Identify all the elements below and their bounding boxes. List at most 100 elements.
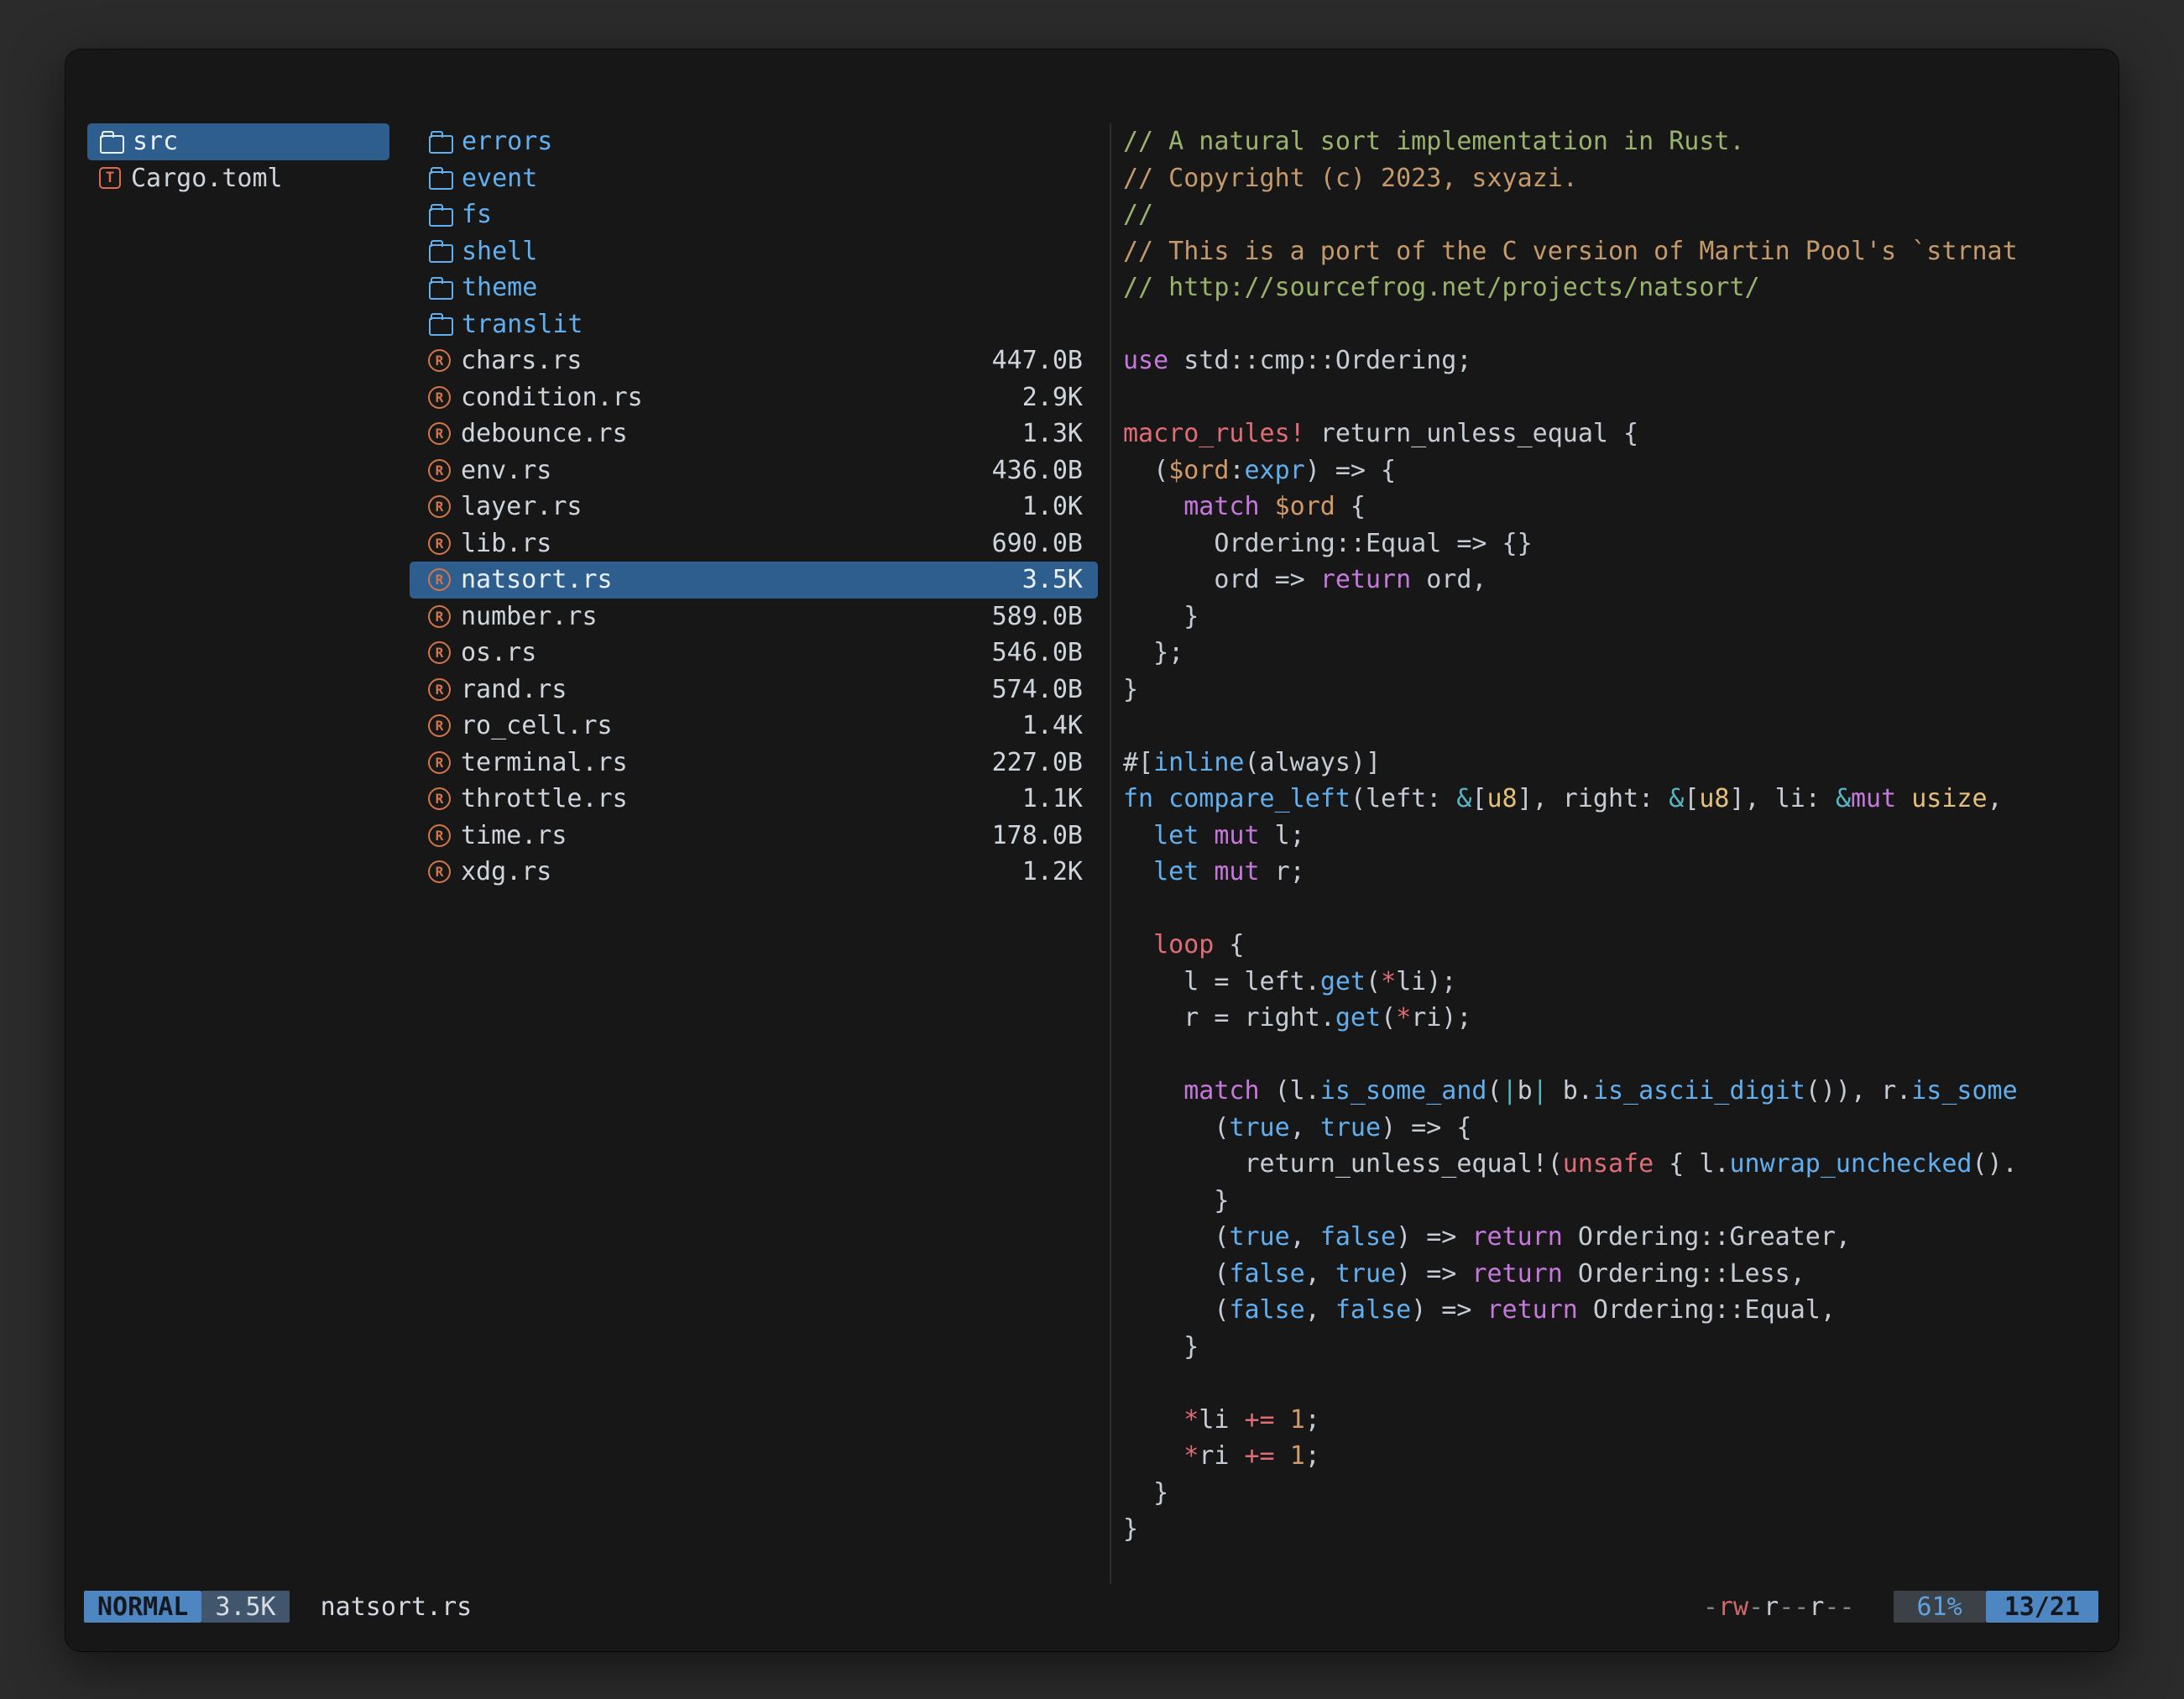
entry-size: 447.0B [992,346,1083,375]
dir-row[interactable]: theme [410,269,1098,306]
status-bar: NORMAL 3.5K natsort.rs -rw-r--r-- 61% 13… [84,1591,2098,1623]
code-line: (true, true) => { [1123,1110,2119,1147]
code-line: r = right.get(*ri); [1123,1000,2119,1037]
file-row[interactable]: lib.rs 690.0B [410,525,1098,562]
rust-file-icon [428,459,451,482]
rust-file-icon [428,495,451,518]
file-row[interactable]: debounce.rs1.3K [410,416,1098,452]
entry-name: os.rs [461,638,536,667]
entry-size: 1.0K [1022,492,1083,521]
file-row[interactable]: ro_cell.rs 1.4K [410,708,1098,745]
file-row[interactable]: condition.rs 2.9K [410,379,1098,416]
code-line [1123,708,2119,745]
code-line: }; [1123,635,2119,672]
code-line [1123,1365,2119,1402]
code-line: match (l.is_some_and(|b| b.is_ascii_digi… [1123,1073,2119,1110]
file-row[interactable]: time.rs178.0B [410,818,1098,855]
code-line [1123,1037,2119,1074]
dir-row[interactable]: shell [410,233,1098,270]
entry-size: 1.2K [1022,857,1083,886]
rust-file-icon [428,787,451,810]
toml-file-icon [99,167,121,189]
file-row[interactable]: layer.rs1.0K [410,489,1098,525]
entry-name: ro_cell.rs [461,711,613,740]
entry-size: 1.4K [1022,711,1083,740]
rust-file-icon [428,422,451,445]
file-row[interactable]: rand.rs574.0B [410,672,1098,708]
file-row[interactable]: xdg.rs 1.2K [410,854,1098,891]
code-line: macro_rules! return_unless_equal { [1123,416,2119,452]
entry-name: lib.rs [461,529,551,558]
code-line: // This is a port of the C version of Ma… [1123,233,2119,270]
entry-size: 2.9K [1022,383,1083,412]
dir-row[interactable]: errors [410,123,1098,160]
code-line: loop { [1123,927,2119,964]
file-row[interactable]: terminal.rs227.0B [410,745,1098,782]
code-line: l = left.get(*li); [1123,964,2119,1001]
code-line: } [1123,1183,2119,1220]
code-line: return_unless_equal!(unsafe { l.unwrap_u… [1123,1146,2119,1183]
file-row[interactable]: os.rs 546.0B [410,635,1098,672]
rust-file-icon [428,605,451,628]
entry-name: env.rs [461,456,551,485]
file-row[interactable]: Cargo.toml [87,160,389,197]
rust-file-icon [428,532,451,555]
folder-icon [428,130,452,154]
code-line: } [1123,1475,2119,1512]
code-line: // http://sourcefrog.net/projects/natsor… [1123,269,2119,306]
file-row[interactable]: chars.rs 447.0B [410,342,1098,379]
code-line: use std::cmp::Ordering; [1123,342,2119,379]
rust-file-icon [428,714,451,737]
entry-name: translit [462,310,583,339]
code-line [1123,891,2119,928]
code-line: ord => return ord, [1123,562,2119,599]
entry-size: 690.0B [992,529,1083,558]
scroll-percentage-badge: 61% [1894,1591,1986,1623]
file-row[interactable]: number.rs589.0B [410,599,1098,635]
file-row[interactable]: env.rs436.0B [410,452,1098,489]
rust-file-icon [428,678,451,701]
entry-name: shell [462,237,537,266]
code-line: match $ord { [1123,489,2119,525]
code-line: Ordering::Equal => {} [1123,525,2119,562]
rust-file-icon [428,751,451,774]
rust-file-icon [428,568,451,591]
code-line: // A natural sort implementation in Rust… [1123,123,2119,160]
yazi-file-manager-window: src Cargo.toml errorseventfs shell theme tra… [65,50,2119,1651]
entry-size: 1.3K [1022,419,1083,448]
mode-indicator: NORMAL [84,1591,201,1623]
entry-name: xdg.rs [461,857,551,886]
dir-row[interactable]: src [87,123,389,160]
code-line [1123,306,2119,343]
code-line: *ri += 1; [1123,1438,2119,1475]
rust-file-icon [428,386,451,409]
folder-icon [99,130,123,154]
entry-name: terminal.rs [461,748,628,777]
dir-row[interactable]: fs [410,196,1098,233]
folder-icon [428,276,452,300]
code-line: (false, false) => return Ordering::Equal… [1123,1292,2119,1329]
dir-row[interactable]: event [410,160,1098,197]
folder-icon [428,312,452,336]
cursor-position-badge: 13/21 [1986,1591,2098,1623]
file-row[interactable]: natsort.rs3.5K [410,562,1098,599]
parent-directory-pane: src Cargo.toml [87,123,389,196]
rust-file-icon [428,824,451,847]
code-line: } [1123,599,2119,635]
folder-icon [428,203,452,227]
pane-divider [1110,123,1111,1584]
folder-icon [428,166,452,190]
rust-file-icon [428,349,451,372]
file-row[interactable]: throttle.rs1.1K [410,781,1098,818]
entry-name: condition.rs [461,383,643,412]
entry-size: 546.0B [992,638,1083,667]
folder-icon [428,239,452,263]
rust-file-icon [428,860,451,883]
code-line: fn compare_left(left: &[u8], right: &[u8… [1123,781,2119,818]
entry-name: Cargo.toml [131,164,283,193]
entry-name: number.rs [461,602,598,631]
dir-row[interactable]: translit [410,306,1098,343]
entry-size: 3.5K [1022,565,1083,594]
file-preview-pane[interactable]: // A natural sort implementation in Rust… [1123,123,2119,1548]
entry-name: chars.rs [461,346,583,375]
